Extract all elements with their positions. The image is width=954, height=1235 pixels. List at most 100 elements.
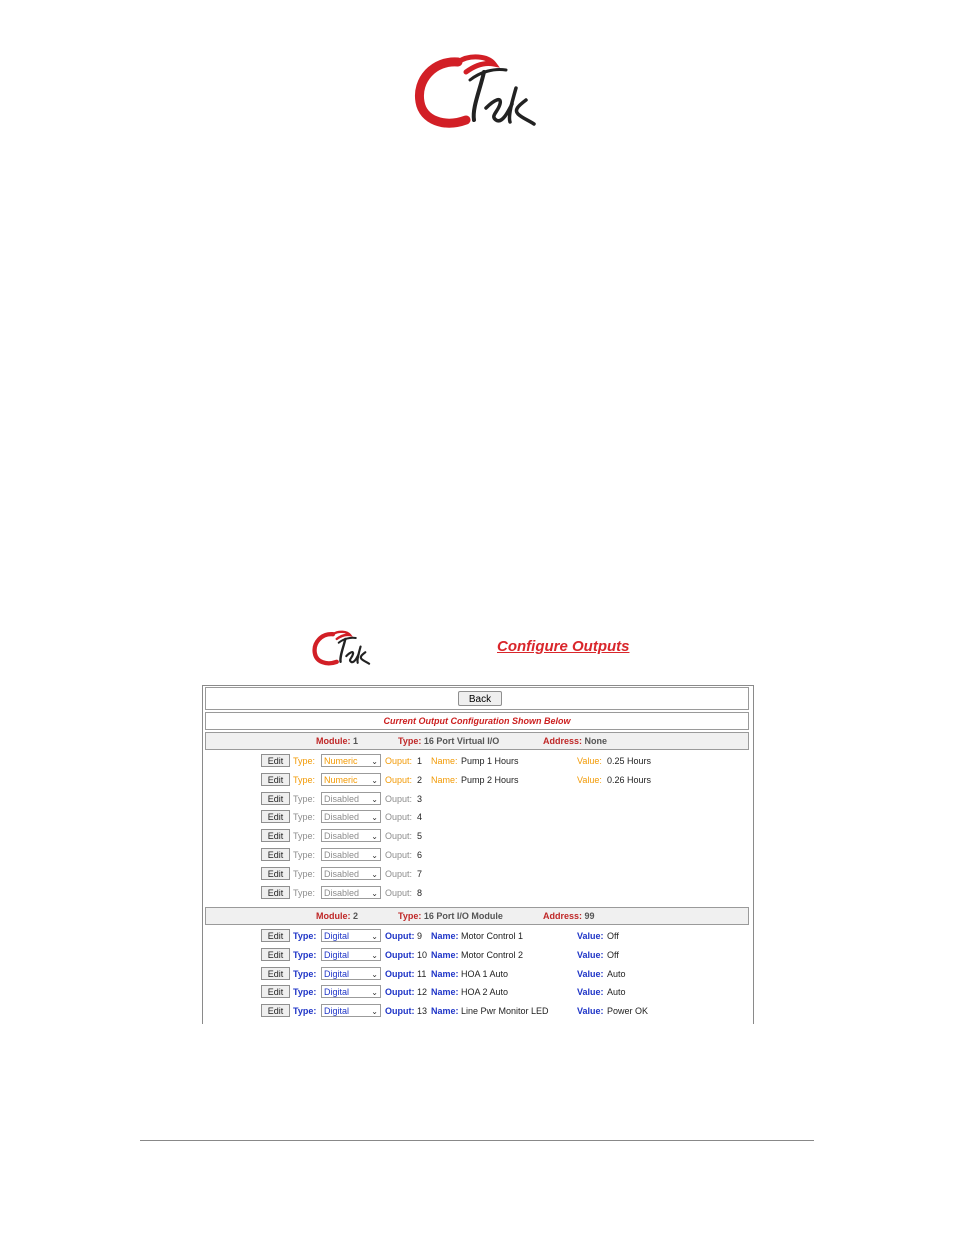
output-row: Edit Type: Digital ⌄ Ouput: 13 Name: Line Pwr M… (205, 1002, 753, 1021)
output-value: 0.26 Hours (607, 774, 652, 785)
chevron-down-icon: ⌄ (371, 813, 378, 823)
output-row: Edit Type: Digital ⌄ Ouput: 10 Name: Motor Cont… (205, 946, 753, 965)
type-select[interactable]: Digital ⌄ (321, 985, 381, 999)
edit-button[interactable]: Edit (261, 810, 290, 824)
edit-button[interactable]: Edit (261, 866, 290, 880)
value-label: Value: (577, 987, 604, 998)
output-value: Off (607, 949, 619, 960)
module-1-header: Module: 1 Type: 16 Port Virtual I/O Addr… (205, 732, 749, 750)
output-name: Pump 2 Hours (461, 774, 519, 785)
output-row: Edit Type: Disabled ⌄ Ouput: 7 (205, 865, 753, 884)
output-value: Power OK (607, 1006, 649, 1017)
type-select[interactable]: Digital ⌄ (321, 929, 381, 942)
type-select[interactable]: Disabled ⌄ (321, 885, 381, 899)
type-label: Type: (293, 850, 316, 860)
type-value: Disabled (324, 850, 360, 860)
output-value: Auto (607, 987, 626, 998)
edit-button[interactable]: Edit (261, 1004, 290, 1018)
output-name: HOA 2 Auto (461, 987, 509, 998)
ouput-label: Ouput: (385, 968, 415, 979)
ouput-label: Ouput: (385, 812, 413, 823)
type-select[interactable]: Numeric ⌄ (321, 772, 381, 786)
edit-button[interactable]: Edit (261, 848, 290, 861)
chevron-down-icon: ⌄ (371, 775, 378, 785)
ouput-label: Ouput: (385, 987, 415, 998)
type-value: Disabled (324, 812, 360, 823)
type-select[interactable]: Disabled ⌄ (321, 810, 381, 824)
type-label: Type: (293, 868, 316, 879)
ouput-number: 10 (417, 949, 428, 960)
type-value: Digital (324, 931, 350, 941)
ouput-label: Ouput: (385, 868, 413, 879)
module-type-label: Type: (398, 911, 422, 921)
module-2-header: Module: 2 Type: 16 Port I/O Module Addre… (205, 907, 749, 925)
ouput-number: 1 (417, 756, 423, 766)
type-value: Digital (324, 949, 350, 960)
ouput-label: Ouput: (385, 850, 413, 860)
module-number: 1 (353, 736, 359, 746)
type-value: Disabled (324, 793, 360, 804)
type-label: Type: (293, 831, 316, 842)
output-name: HOA 1 Auto (461, 968, 509, 979)
type-value: Numeric (324, 756, 358, 766)
ouput-label: Ouput: (385, 774, 413, 785)
type-value: Digital (324, 968, 350, 979)
edit-button[interactable]: Edit (261, 791, 290, 805)
ouput-label: Ouput: (385, 756, 413, 766)
edit-button[interactable]: Edit (261, 966, 290, 980)
type-value: Digital (324, 987, 350, 998)
edit-button[interactable]: Edit (261, 947, 290, 961)
type-label: Type: (293, 987, 317, 998)
type-select[interactable]: Disabled ⌄ (321, 848, 381, 861)
status-banner: Current Output Configuration Shown Below (205, 712, 749, 730)
output-value: Auto (607, 968, 626, 979)
chevron-down-icon: ⌄ (371, 1007, 378, 1017)
edit-button[interactable]: Edit (261, 829, 290, 843)
type-label: Type: (293, 968, 317, 979)
ouput-number: 3 (417, 793, 423, 804)
output-name: Line Pwr Monitor LED (461, 1006, 549, 1017)
value-label: Value: (577, 931, 604, 941)
name-label: Name: (431, 931, 459, 941)
output-name: Motor Control 1 (461, 931, 524, 941)
chevron-down-icon: ⌄ (371, 969, 378, 979)
module-type: 16 Port Virtual I/O (423, 736, 500, 746)
output-row: Edit Type: Disabled ⌄ Ouput: 5 (205, 827, 753, 846)
type-value: Disabled (324, 887, 360, 898)
edit-button[interactable]: Edit (261, 885, 290, 899)
module-1-outputs: Edit Type: Numeric ⌄ Ouput: 1 Name: Pump 1 Hour… (205, 751, 749, 906)
output-row: Edit Type: Digital ⌄ Ouput: 9 Name: Motor Contr… (205, 927, 753, 946)
type-label: Type: (293, 1006, 317, 1017)
name-label: Name: (431, 968, 459, 979)
ouput-label: Ouput: (385, 931, 415, 941)
module-2-outputs: Edit Type: Digital ⌄ Ouput: 9 Name: Motor Contr… (205, 926, 749, 1024)
type-label: Type: (293, 756, 316, 766)
type-select[interactable]: Disabled ⌄ (321, 866, 381, 880)
ctek-logo (414, 54, 536, 128)
output-row: Edit Type: Numeric ⌄ Ouput: 2 Name: Pump 2 Hour… (205, 771, 753, 790)
edit-button[interactable]: Edit (261, 772, 290, 786)
edit-button[interactable]: Edit (261, 754, 290, 767)
chevron-down-icon: ⌄ (371, 757, 378, 766)
output-name: Pump 1 Hours (461, 756, 519, 766)
name-label: Name: (431, 987, 459, 998)
chevron-down-icon: ⌄ (371, 832, 378, 842)
type-select[interactable]: Digital ⌄ (321, 947, 381, 961)
value-label: Value: (577, 949, 604, 960)
name-label: Name: (431, 774, 458, 785)
output-row: Edit Type: Disabled ⌄ Ouput: 4 (205, 808, 753, 827)
type-value: Disabled (324, 831, 360, 842)
type-label: Type: (293, 812, 316, 823)
type-select[interactable]: Numeric ⌄ (321, 754, 381, 767)
back-button[interactable]: Back (458, 691, 502, 706)
value-label: Value: (577, 1006, 604, 1017)
edit-button[interactable]: Edit (261, 985, 290, 999)
module-address-label: Address: (543, 736, 583, 746)
type-select[interactable]: Disabled ⌄ (321, 791, 381, 805)
type-select[interactable]: Disabled ⌄ (321, 829, 381, 843)
module-label: Module: (316, 736, 351, 746)
output-config-panel: Back Current Output Configuration Shown … (202, 685, 754, 1024)
type-select[interactable]: Digital ⌄ (321, 1004, 381, 1018)
edit-button[interactable]: Edit (261, 929, 290, 942)
type-select[interactable]: Digital ⌄ (321, 966, 381, 980)
